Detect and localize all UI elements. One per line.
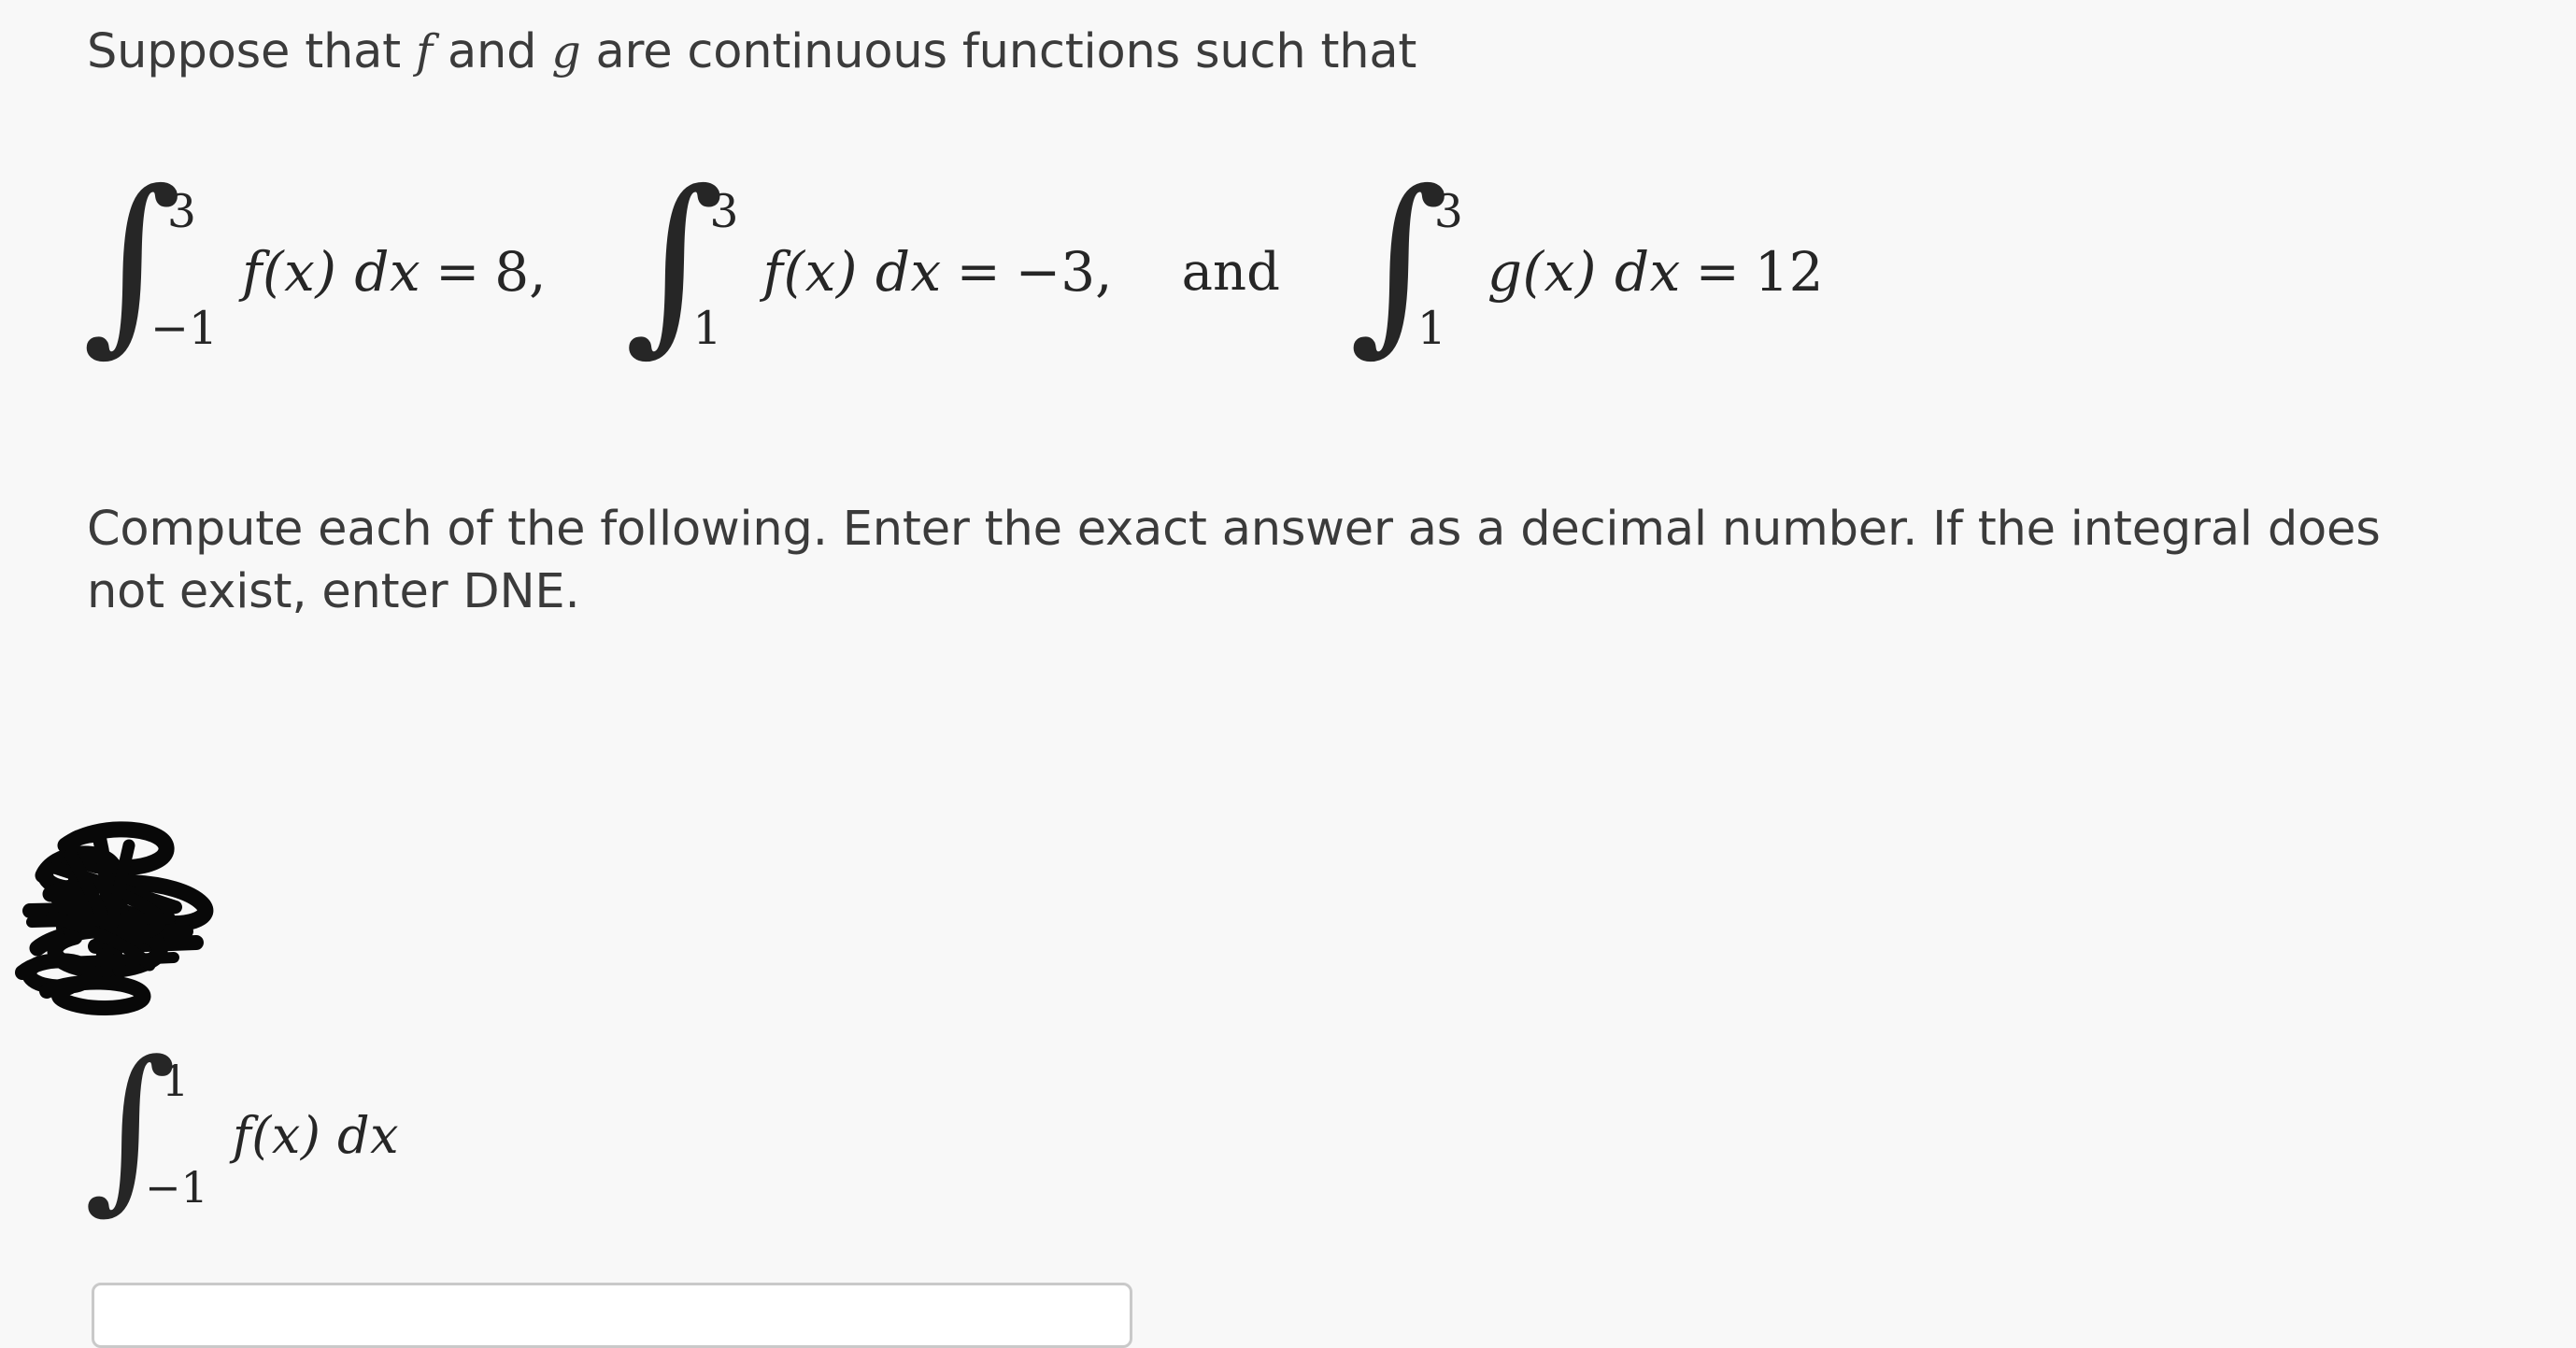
function-variable-g: g bbox=[551, 25, 581, 78]
intro-text-between: and bbox=[432, 24, 552, 79]
value-1: 8 bbox=[494, 240, 530, 304]
integral-icon: ∫ bbox=[82, 150, 182, 373]
integral-sign-group-a: ∫ 1 −1 bbox=[84, 1038, 208, 1217]
integral-sign-group-1: ∫ 3 −1 bbox=[82, 166, 218, 361]
answer-input[interactable] bbox=[92, 1283, 1132, 1348]
integral-icon: ∫ bbox=[1348, 150, 1449, 373]
intro-sentence: Suppose that f and g are continuous func… bbox=[87, 21, 2329, 83]
relation-2: = bbox=[956, 241, 1001, 303]
trailing-comma-2: , bbox=[1095, 240, 1113, 304]
given-conditions-row: ∫ 3 −1 f(x) dx = 8 , ∫ 3 1 f(x) dx = −3 … bbox=[82, 166, 1824, 361]
integral-icon: ∫ bbox=[624, 150, 725, 373]
given-equation-2: ∫ 3 1 f(x) dx = −3 , bbox=[625, 166, 1113, 361]
scribble-redaction-annotation bbox=[9, 789, 252, 1023]
integral-sign-group-3: ∫ 3 1 bbox=[1349, 166, 1463, 361]
trailing-comma-1: , bbox=[529, 240, 547, 304]
part-a-label: t bbox=[56, 836, 74, 888]
intro-text-before: Suppose that bbox=[87, 24, 416, 79]
given-equation-1: ∫ 3 −1 f(x) dx = 8 , bbox=[82, 166, 547, 361]
integral-icon: ∫ bbox=[84, 1023, 177, 1229]
integrand-2: f(x) dx bbox=[762, 240, 942, 304]
function-variable-f: f bbox=[416, 25, 433, 78]
integrand-3: g(x) dx bbox=[1487, 240, 1681, 304]
relation-1: = bbox=[435, 241, 480, 303]
instructions-paragraph: Compute each of the following. Enter the… bbox=[87, 502, 2381, 620]
integrand-a: f(x) dx bbox=[232, 1106, 400, 1165]
value-2: −3 bbox=[1015, 240, 1096, 304]
integral-sign-group-2: ∫ 3 1 bbox=[625, 166, 739, 361]
conjunction-and: and bbox=[1181, 241, 1280, 303]
given-equation-3: ∫ 3 1 g(x) dx = 12 bbox=[1349, 166, 1824, 361]
integrand-1: f(x) dx bbox=[242, 240, 421, 304]
worksheet-page: Suppose that f and g are continuous func… bbox=[0, 0, 2576, 1348]
intro-text-after: are continuous functions such that bbox=[580, 24, 1417, 79]
part-a-integral: ∫ 1 −1 f(x) dx bbox=[84, 1038, 400, 1217]
value-3: 12 bbox=[1754, 240, 1824, 304]
relation-3: = bbox=[1695, 241, 1740, 303]
